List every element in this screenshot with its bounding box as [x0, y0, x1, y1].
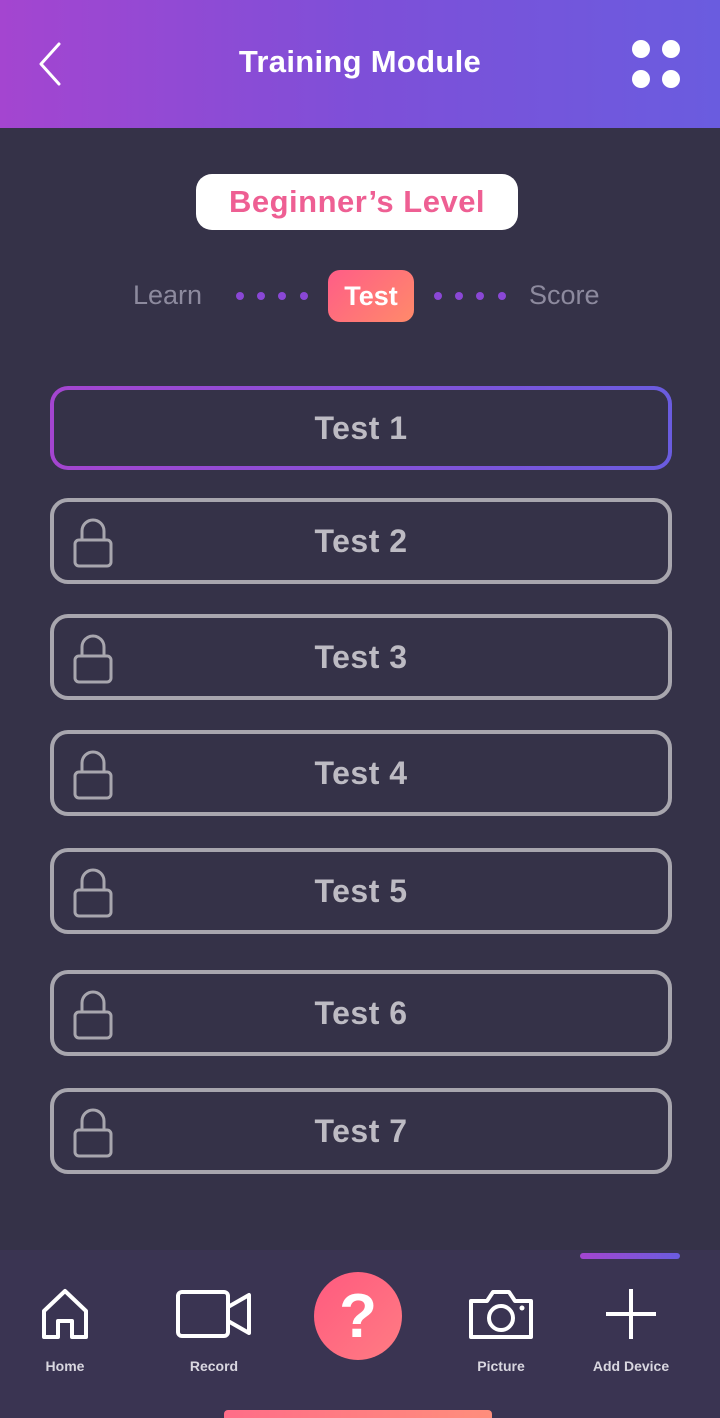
home-icon [42, 1289, 88, 1339]
lock-icon [73, 868, 113, 918]
tab-label: Record [189, 1358, 239, 1374]
test-label: Test 6 [314, 994, 408, 1031]
test-item-2[interactable]: Test 2 [50, 498, 672, 584]
page-title: Training Module [238, 44, 482, 79]
test-label: Test 4 [314, 754, 408, 791]
level-badge: Beginner’s Level [196, 174, 518, 230]
lock-icon [73, 990, 113, 1040]
camera-icon [469, 1290, 533, 1339]
lock-icon [73, 518, 113, 568]
test-item-4[interactable]: Test 4 [50, 730, 672, 816]
selected-tab-indicator [580, 1253, 680, 1259]
step-learn[interactable]: Learn [133, 280, 202, 311]
test-label: Test 7 [314, 1112, 408, 1149]
question-mark-icon: ? [339, 1281, 377, 1351]
video-camera-icon [176, 1290, 251, 1338]
lock-icon [73, 634, 113, 684]
plus-icon [606, 1289, 656, 1339]
test-item-6[interactable]: Test 6 [50, 970, 672, 1056]
test-item-1[interactable]: Test 1 [50, 386, 672, 470]
app-header: Training Module [0, 0, 720, 128]
test-label: Test 5 [314, 872, 408, 909]
step-score[interactable]: Score [529, 280, 600, 311]
home-indicator [224, 1410, 492, 1418]
help-button[interactable]: ? [314, 1272, 402, 1360]
tab-label: Picture [477, 1358, 525, 1374]
tab-label: Home [45, 1358, 85, 1374]
step-test[interactable]: Test [328, 270, 414, 322]
test-item-3[interactable]: Test 3 [50, 614, 672, 700]
step-progress: Learn Test Score [0, 270, 720, 322]
test-label: Test 3 [314, 638, 408, 675]
tab-picture[interactable]: Picture [460, 1282, 542, 1382]
tab-add-device[interactable]: Add Device [584, 1282, 678, 1382]
tab-home[interactable]: Home [24, 1282, 106, 1382]
tab-label: Add Device [592, 1358, 670, 1374]
lock-icon [73, 1108, 113, 1158]
grid-menu-button[interactable] [624, 34, 688, 98]
test-item-7[interactable]: Test 7 [50, 1088, 672, 1174]
test-label: Test 1 [314, 409, 408, 446]
test-item-5[interactable]: Test 5 [50, 848, 672, 934]
test-label: Test 2 [314, 522, 408, 559]
lock-icon [73, 750, 113, 800]
tab-record[interactable]: Record [170, 1282, 258, 1382]
